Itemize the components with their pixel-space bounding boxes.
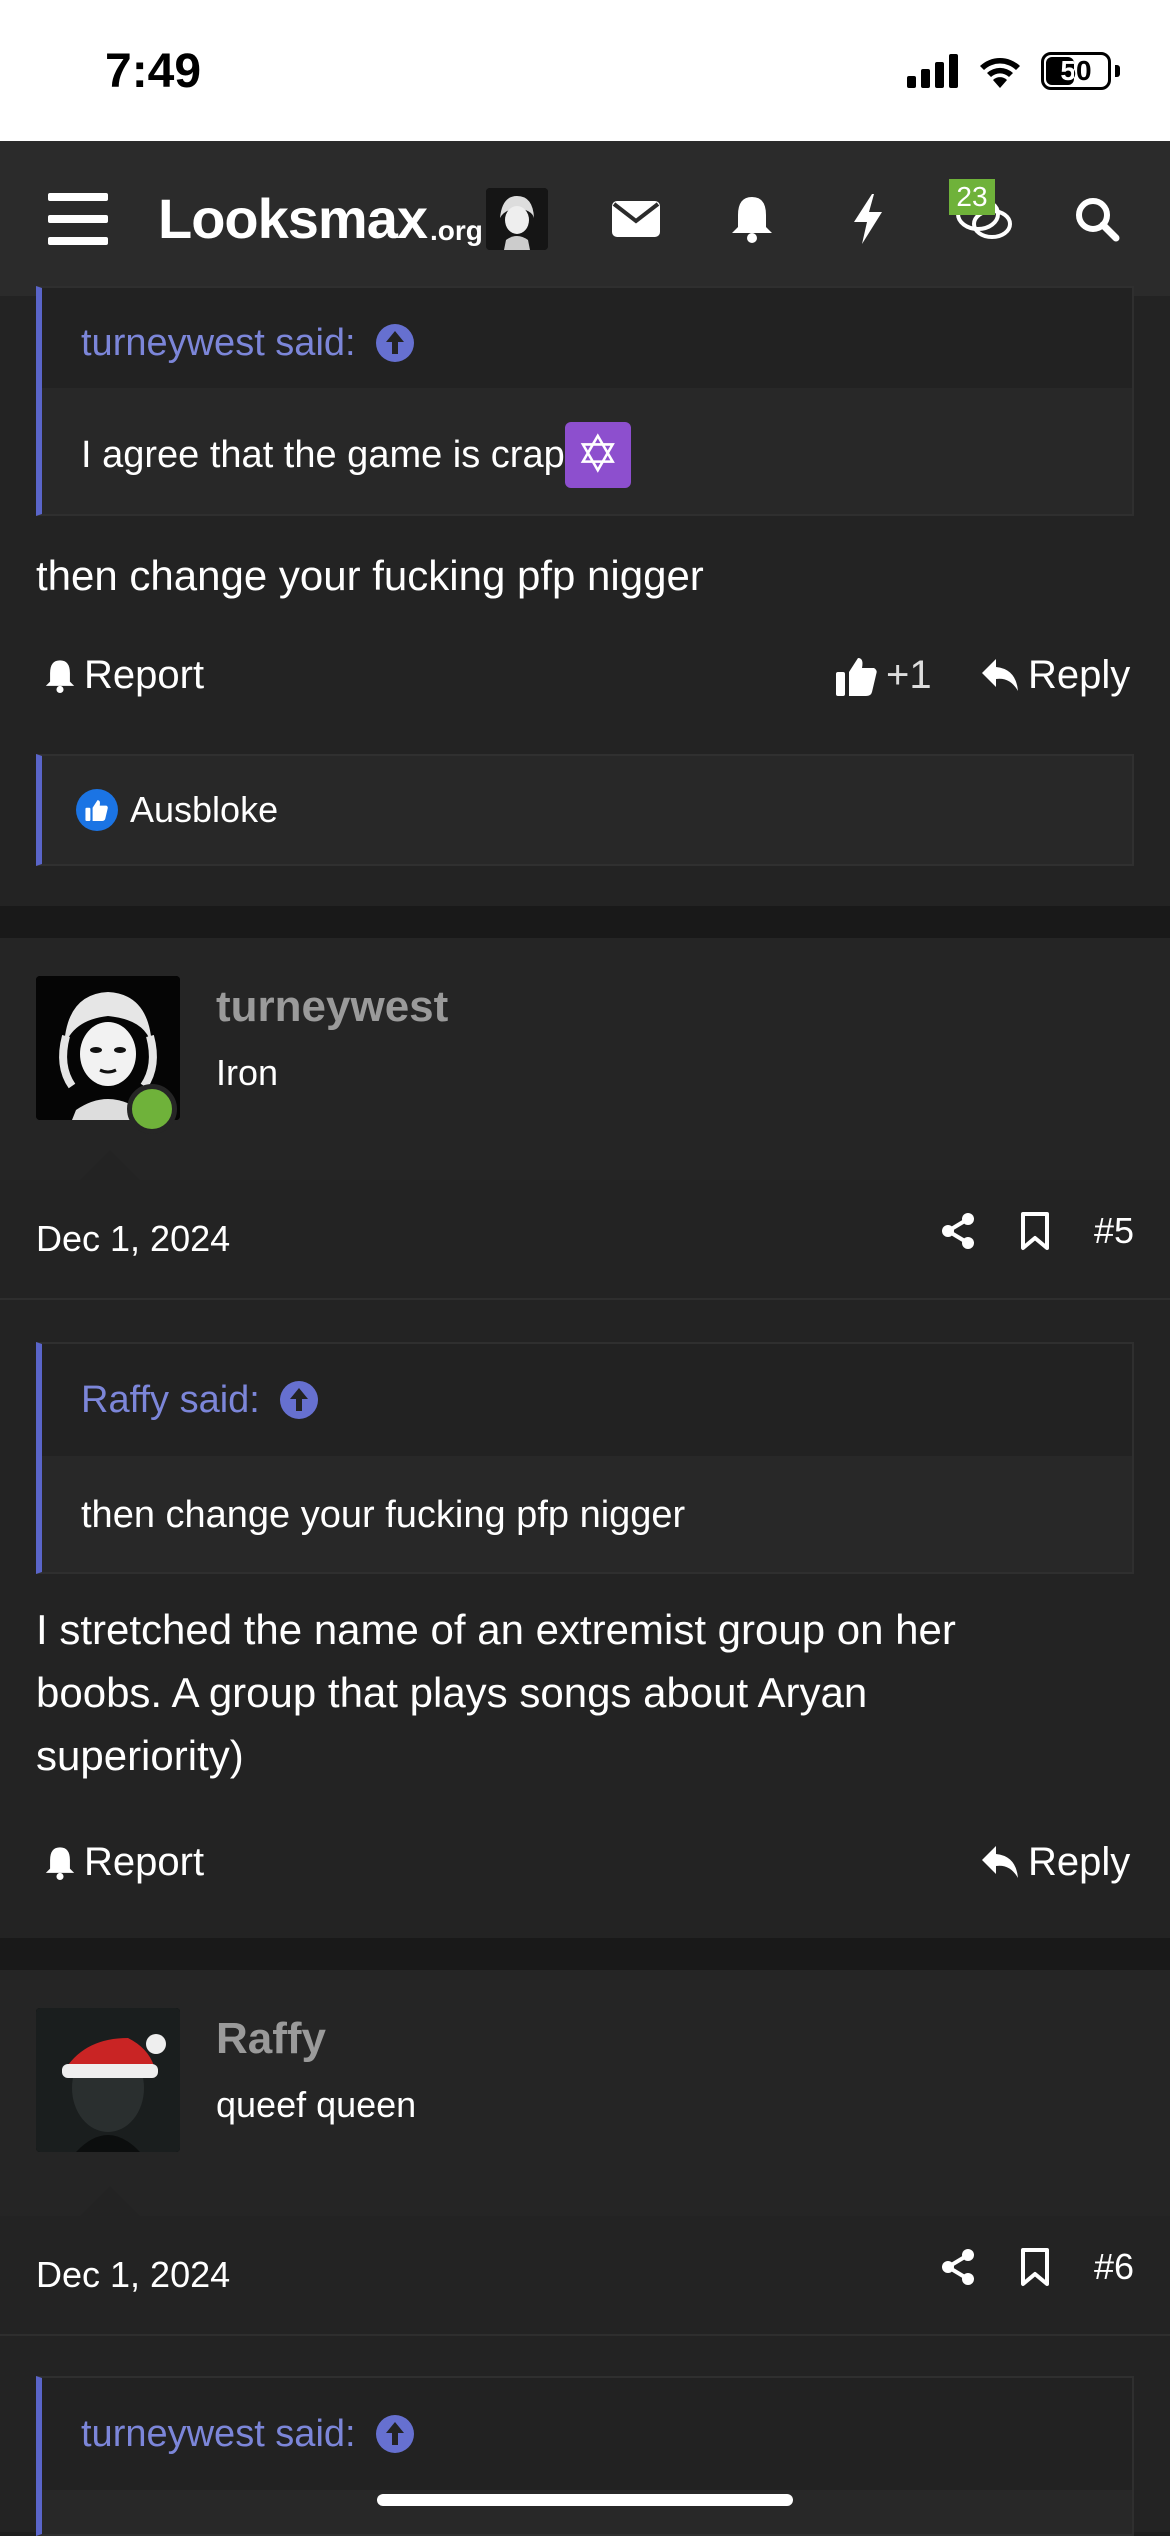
- status-bar: 7:49 50: [0, 0, 1170, 141]
- like-reaction-icon: [76, 789, 118, 831]
- post-meta-actions: #5: [940, 1210, 1134, 1252]
- chat-count-badge: 23: [949, 179, 995, 215]
- post-pointer-arrow: [80, 2186, 140, 2216]
- user-avatar-raffy[interactable]: [36, 2008, 180, 2152]
- alerts-button[interactable]: [730, 141, 774, 296]
- quote-block: turneywest said: I agree that the game i…: [36, 286, 1134, 516]
- report-label: Report: [84, 1840, 205, 1884]
- username[interactable]: Raffy: [216, 2014, 326, 2064]
- reply-label: Reply: [1028, 1840, 1131, 1884]
- status-time: 7:49: [105, 45, 202, 98]
- go-to-quoted-post-icon[interactable]: [279, 1381, 318, 1419]
- quote-author: turneywest said:: [81, 321, 356, 364]
- account-avatar: [486, 187, 548, 250]
- user-title: queef queen: [216, 2084, 417, 2125]
- post-date[interactable]: Dec 1, 2024: [36, 1218, 230, 1260]
- avatar-photo: [36, 2008, 180, 2152]
- lightning-icon: [854, 193, 882, 244]
- bell-icon: [732, 196, 772, 243]
- reply-button[interactable]: Reply: [982, 653, 1130, 698]
- like-button[interactable]: +1: [836, 653, 932, 698]
- whats-new-button[interactable]: [852, 141, 884, 296]
- quote-text: I agree that the game is crap: [81, 433, 565, 476]
- signal-icon: [907, 54, 958, 88]
- report-label: Report: [84, 653, 205, 697]
- share-icon[interactable]: [940, 2248, 976, 2286]
- bookmark-icon[interactable]: [1020, 1211, 1050, 1251]
- logo-text: Looksmax: [158, 187, 428, 250]
- quote-text-row: then change your fucking pfp nigger: [81, 1456, 685, 1574]
- post-6-user-block: Raffy queef queen: [0, 1970, 1170, 2216]
- bell-icon: [45, 1846, 75, 1880]
- post-meta: Dec 1, 2024 #5: [0, 1180, 1170, 1300]
- go-to-quoted-post-icon[interactable]: [375, 2415, 414, 2453]
- reply-button[interactable]: Reply: [982, 1840, 1130, 1885]
- status-icons: 50: [907, 52, 1120, 90]
- home-indicator: [377, 2494, 793, 2506]
- star-of-david-emoji: ✡: [564, 422, 631, 488]
- messages-button[interactable]: [612, 141, 660, 296]
- battery-percent: 50: [1060, 55, 1092, 86]
- username[interactable]: turneywest: [216, 982, 448, 1032]
- quote-header[interactable]: Raffy said:: [42, 1344, 1132, 1456]
- bell-icon: [45, 659, 75, 693]
- quote-block: turneywest said:: [36, 2376, 1134, 2536]
- post-meta-actions: #6: [940, 2246, 1134, 2288]
- post-body: I stretched the name of an extremist gro…: [36, 1598, 956, 1787]
- account-avatar-button[interactable]: [486, 141, 548, 296]
- post-5: Dec 1, 2024 #5 Raffy said: then change y…: [0, 1180, 1170, 1938]
- report-button[interactable]: Report: [44, 1840, 204, 1885]
- go-to-quoted-post-icon[interactable]: [375, 324, 414, 362]
- envelope-icon: [612, 200, 660, 237]
- post-separator: [0, 1938, 1170, 1970]
- post-number[interactable]: #6: [1094, 2246, 1134, 2288]
- post-body-line: superiority): [36, 1732, 244, 1779]
- thumbs-up-icon: [836, 657, 877, 696]
- post-number[interactable]: #5: [1094, 1210, 1134, 1252]
- share-icon[interactable]: [940, 1212, 976, 1250]
- post-pointer-arrow: [80, 1150, 140, 1180]
- post-date[interactable]: Dec 1, 2024: [36, 2254, 230, 2296]
- post-body: then change your fucking pfp nigger: [36, 552, 704, 599]
- search-icon: [1076, 197, 1120, 241]
- post-6: Dec 1, 2024 #6 turneywest said:: [0, 2216, 1170, 2536]
- post-separator: [0, 906, 1170, 938]
- post-body-line: boobs. A group that plays songs about Ar…: [36, 1669, 868, 1716]
- post-4: turneywest said: I agree that the game i…: [0, 286, 1170, 906]
- quote-text-row: I agree that the game is crap ✡: [81, 392, 631, 518]
- reactor-name: Ausbloke: [130, 789, 279, 830]
- quote-author: Raffy said:: [81, 1378, 260, 1421]
- menu-button[interactable]: [48, 141, 108, 296]
- menu-icon: [48, 192, 108, 245]
- online-status-indicator: [127, 1084, 177, 1134]
- site-logo[interactable]: Looksmax .org: [158, 141, 483, 296]
- quote-block: Raffy said: then change your fucking pfp…: [36, 1342, 1134, 1574]
- bookmark-icon[interactable]: [1020, 2247, 1050, 2287]
- reply-label: Reply: [1028, 653, 1131, 697]
- user-title: Iron: [216, 1052, 279, 1093]
- quote-header[interactable]: turneywest said:: [42, 288, 1132, 388]
- conversations-button[interactable]: [956, 141, 1012, 296]
- top-navbar: Looksmax .org 23: [0, 141, 1170, 296]
- post-body-line: I stretched the name of an extremist gro…: [36, 1606, 956, 1653]
- reply-icon: [982, 658, 1018, 691]
- battery-tip: [1115, 65, 1120, 77]
- reactions-bar[interactable]: Ausbloke: [36, 754, 1134, 866]
- post-meta: Dec 1, 2024 #6: [0, 2216, 1170, 2336]
- reply-icon: [982, 1845, 1018, 1878]
- quote-header[interactable]: turneywest said:: [42, 2378, 1132, 2490]
- quote-text: then change your fucking pfp nigger: [81, 1493, 686, 1536]
- like-count: +1: [886, 653, 932, 697]
- avatar-illustration: [486, 187, 548, 250]
- search-button[interactable]: [1074, 141, 1120, 296]
- post-5-user-block: turneywest Iron: [0, 938, 1170, 1180]
- wifi-icon: [980, 58, 1020, 88]
- quote-author: turneywest said:: [81, 2412, 356, 2455]
- report-button[interactable]: Report: [44, 653, 204, 698]
- battery-icon: 50: [1041, 52, 1111, 90]
- logo-suffix: .org: [430, 214, 483, 246]
